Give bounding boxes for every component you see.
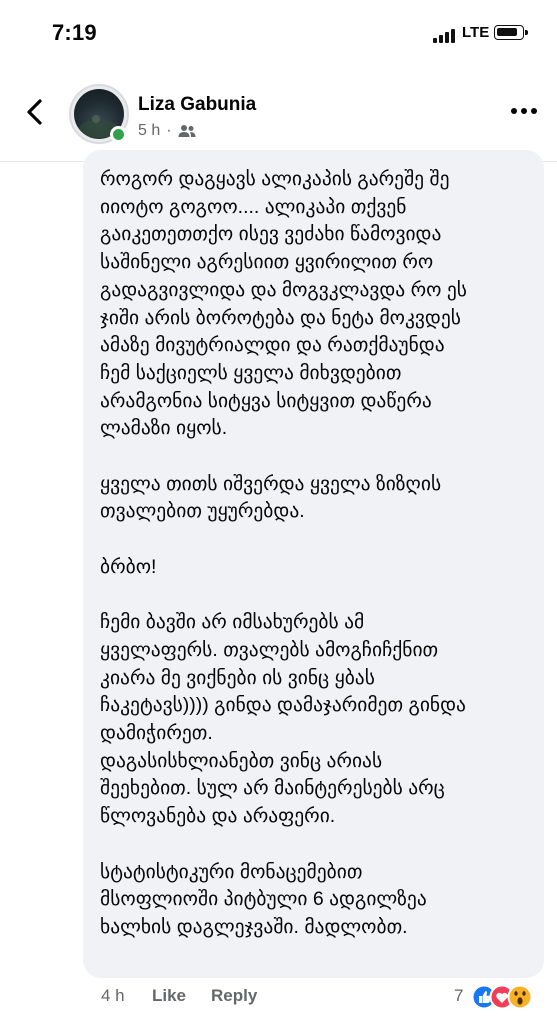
comment-time: 4 h xyxy=(101,986,125,1005)
battery-icon xyxy=(494,25,528,40)
post-time: 5 h xyxy=(138,122,161,139)
status-bar: 7:19 LTE xyxy=(0,0,557,62)
status-time: 7:19 xyxy=(52,20,97,45)
signal-icon xyxy=(433,27,455,43)
meta-separator: · xyxy=(166,122,172,139)
online-status-icon xyxy=(110,126,127,143)
author-name[interactable]: Liza Gabunia xyxy=(138,94,256,116)
comment-actions: 4 h Like Reply 7 xyxy=(0,980,557,1024)
reaction-count[interactable]: 7 xyxy=(454,986,463,1006)
comment-text: როგორ დაგყავს ალიკაპის გარეშე შე იიოტო გ… xyxy=(100,168,467,938)
like-button[interactable]: Like xyxy=(152,986,186,1006)
post-header: Liza Gabunia 5 h · xyxy=(0,66,557,162)
network-label: LTE xyxy=(462,24,490,41)
avatar[interactable] xyxy=(69,84,129,144)
more-options-icon[interactable] xyxy=(510,106,538,116)
friends-icon xyxy=(178,125,196,137)
wow-icon xyxy=(507,984,533,1010)
back-arrow-icon[interactable] xyxy=(20,96,52,128)
reply-button[interactable]: Reply xyxy=(211,986,257,1006)
post-meta: 5 h · xyxy=(138,122,196,140)
reactions[interactable] xyxy=(471,984,551,1010)
